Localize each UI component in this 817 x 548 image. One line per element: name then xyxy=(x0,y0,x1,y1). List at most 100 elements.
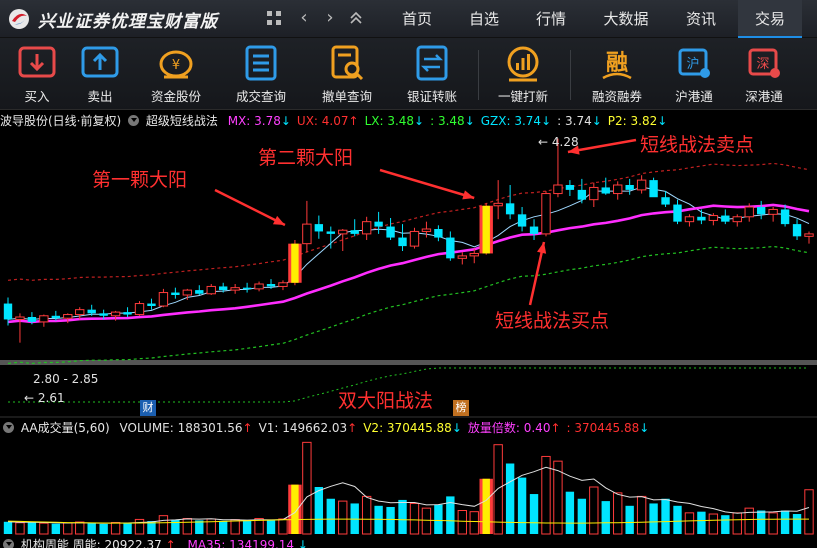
trade-query-button[interactable]: 成交查询 xyxy=(227,42,295,108)
candle-body-down xyxy=(434,229,443,238)
volume-bar-down xyxy=(721,515,730,534)
candle-body-up xyxy=(302,223,312,245)
indicator-value-6: P2: 3.82↓ xyxy=(608,114,668,128)
menu-watchlist[interactable]: 自选 xyxy=(455,0,513,38)
panel-separator xyxy=(0,360,817,365)
sell-button[interactable]: 卖出 xyxy=(66,42,134,108)
collapse-up-icon[interactable] xyxy=(344,6,368,30)
volume-bar-down xyxy=(697,511,706,534)
candle-body-up xyxy=(804,233,814,237)
candle-body-down xyxy=(51,315,61,319)
margin-icon: 融 xyxy=(602,51,632,80)
menu-big-data[interactable]: 大数据 xyxy=(590,0,662,38)
low-price-note: ← 2.61 xyxy=(24,391,65,405)
candle-body-down xyxy=(171,292,180,295)
funds-shares-label: 资金股份 xyxy=(150,89,201,104)
cancel-query-button[interactable]: 撤单查询 xyxy=(313,42,381,108)
volume-bar-up xyxy=(613,492,623,535)
bottom-indicator-legend: 机构周能 周能: 20922.37 ↑ MA35: 134199.14 ↓ xyxy=(0,536,308,548)
candle-body-down xyxy=(99,313,108,316)
indicator-value-2: LX: 3.48↓ xyxy=(365,114,425,128)
forward-arrow-icon[interactable]: › xyxy=(318,6,342,30)
menu-news[interactable]: 资讯 xyxy=(672,0,730,38)
candle-body-down xyxy=(398,237,407,247)
bank-transfer-button[interactable]: 银证转账 xyxy=(398,42,466,108)
second-yang-annotation: 第二颗大阳 xyxy=(258,147,354,169)
bottom-indicator-arrow: ↑ xyxy=(165,538,176,548)
indicator-legend: 波导股份(日线·前复权) 超级短线战法 MX: 3.78↓ UX: 4.07↑ LX… xyxy=(0,112,673,130)
indicator-label-5: : 3.74 xyxy=(557,114,592,128)
volume-bar-down xyxy=(577,498,587,534)
indicator-value-0: MX: 3.78↓ xyxy=(228,114,291,128)
candle-body-up xyxy=(15,316,25,320)
dropdown-icon[interactable] xyxy=(128,115,140,126)
indicator-value-3: : 3.48↓ xyxy=(430,114,475,128)
candle-body-down xyxy=(195,290,204,294)
candle-body-up xyxy=(158,292,169,307)
shanghai-hk-connect-button[interactable]: 沪 沪港通 xyxy=(660,42,728,108)
volume-dropdown-icon[interactable] xyxy=(3,422,14,433)
first-yang-arrow xyxy=(214,188,286,227)
candle-body-up xyxy=(409,230,420,247)
candle-body-up xyxy=(278,282,288,287)
candle-body-up xyxy=(75,309,85,316)
candle-body-down xyxy=(123,312,132,315)
volume-value-0: VOLUME: 188301.56↑ xyxy=(120,421,253,435)
volume-value-4: : 370445.88↓ xyxy=(567,421,650,435)
volume-bar-up xyxy=(469,511,479,535)
volume-bar-down xyxy=(756,510,766,534)
candle-body-up xyxy=(493,202,503,207)
candle-body-down xyxy=(649,180,658,198)
volume-bar-down xyxy=(386,506,395,534)
buy-button[interactable]: 买入 xyxy=(3,42,71,108)
volume-bar-up xyxy=(15,522,25,535)
svg-text:¥: ¥ xyxy=(172,58,180,73)
menu-trade[interactable]: 交易 xyxy=(738,0,802,38)
indicator-arrow-2: ↓ xyxy=(414,114,425,128)
highlight-candle-core xyxy=(482,205,490,254)
svg-text:沪: 沪 xyxy=(686,56,699,72)
indicator-value-4: GZX: 3.74↓ xyxy=(481,114,551,128)
bottom-indicator-ma: MA35: 134199.14 xyxy=(187,538,295,548)
search-doc-icon xyxy=(331,45,364,81)
volume-arrow-4: ↓ xyxy=(639,421,650,435)
candle-body-up xyxy=(589,186,599,201)
indicator-values: MX: 3.78↓ UX: 4.07↑ LX: 3.48↓: 3.48↓ GZX: 3… xyxy=(228,114,674,128)
volume-indicator-name: AA成交量(5,60) xyxy=(20,421,110,435)
volume-bar-up xyxy=(708,513,719,535)
volume-arrow-0: ↑ xyxy=(242,421,253,435)
bottom-dropdown-icon[interactable] xyxy=(3,539,14,548)
shenzhen-hk-connect-button[interactable]: 深 深港通 xyxy=(730,42,798,108)
volume-value-3: 放量倍数: 0.40↑ xyxy=(468,421,561,435)
transfer-icon xyxy=(416,45,448,81)
candle-body-down xyxy=(721,215,730,222)
finance-badge[interactable]: 财 xyxy=(140,400,156,416)
stock-title: 波导股份(日线·前复权) xyxy=(0,114,122,128)
volume-label-2: V2: 370445.88 xyxy=(363,421,452,435)
shanghai-hk-icon: 沪 xyxy=(678,48,710,78)
menu-home[interactable]: 首页 xyxy=(388,0,446,38)
chart-area[interactable]: 波导股份(日线·前复权) 超级短线战法 MX: 3.78↓ UX: 4.07↑ LX… xyxy=(0,110,817,548)
volume-label-3: 放量倍数: 0.40 xyxy=(467,421,551,435)
volume-bar-up xyxy=(75,521,85,535)
candle-body-up xyxy=(684,216,695,223)
volume-bar-up xyxy=(134,518,145,535)
volume-bar-up xyxy=(636,495,647,535)
ranking-badge[interactable]: 榜 xyxy=(453,400,469,416)
candle-body-down xyxy=(529,226,539,234)
volume-values: VOLUME: 188301.56↑ V1: 149662.03↑ V2: 3704… xyxy=(120,421,656,435)
toolbar-divider xyxy=(478,50,479,100)
candle-body-down xyxy=(446,237,455,259)
menu-quotes[interactable]: 行情 xyxy=(522,0,580,38)
candle-body-up xyxy=(63,314,73,319)
ipo-subscribe-button[interactable]: 一键打新 xyxy=(489,42,557,108)
candle-body-down xyxy=(792,224,802,237)
app-title: 兴业证券优理宝财富版 xyxy=(38,12,218,32)
grid-menu-icon[interactable] xyxy=(262,6,286,30)
sell-point-annotation: 短线战法卖点 xyxy=(640,134,755,156)
margin-trading-button[interactable]: 融 融资融券 xyxy=(583,42,651,108)
back-arrow-icon[interactable]: ‹ xyxy=(292,6,316,30)
funds-shares-button[interactable]: ¥ 资金股份 xyxy=(142,42,210,108)
candle-body-up xyxy=(768,208,778,215)
candle-body-down xyxy=(314,224,324,232)
